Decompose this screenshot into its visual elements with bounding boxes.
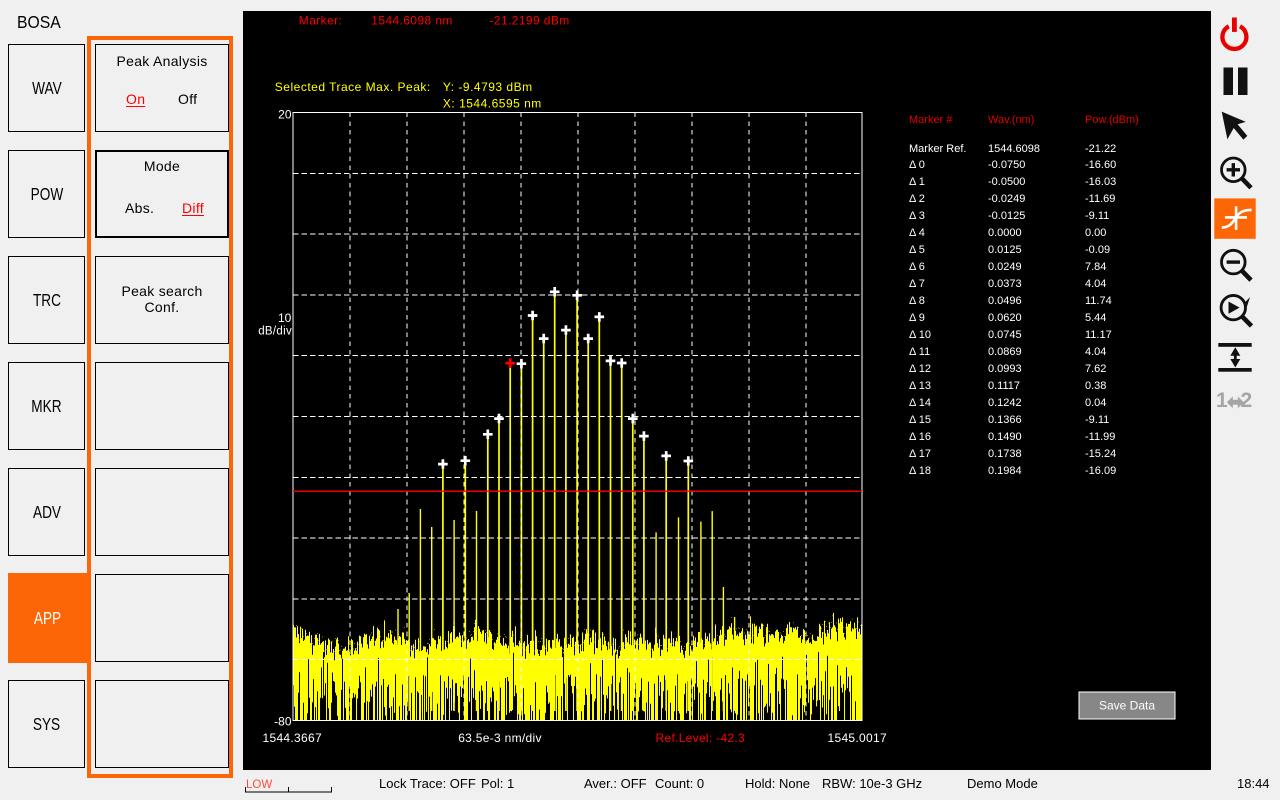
svg-text:Δ 18: Δ 18 bbox=[909, 465, 931, 477]
svg-text:-9.11: -9.11 bbox=[1085, 414, 1109, 426]
svg-text:0.1738: 0.1738 bbox=[988, 448, 1022, 460]
svg-text:0.0496: 0.0496 bbox=[988, 295, 1022, 307]
svg-text:20: 20 bbox=[278, 108, 292, 122]
svg-text:Wav.(nm): Wav.(nm) bbox=[988, 114, 1034, 126]
svg-text:0.0125: 0.0125 bbox=[988, 244, 1022, 256]
svg-text:-0.0249: -0.0249 bbox=[988, 193, 1025, 205]
svg-text:0.04: 0.04 bbox=[1085, 397, 1106, 409]
svg-text:-16.03: -16.03 bbox=[1085, 176, 1116, 188]
svg-text:-16.09: -16.09 bbox=[1085, 465, 1116, 477]
svg-text:7.62: 7.62 bbox=[1085, 363, 1106, 375]
svg-text:4.04: 4.04 bbox=[1085, 278, 1106, 290]
svg-text:-0.0750: -0.0750 bbox=[988, 159, 1025, 171]
svg-text:dB/div: dB/div bbox=[258, 326, 292, 338]
svg-text:Δ 12: Δ 12 bbox=[909, 363, 931, 375]
svg-text:Δ 3: Δ 3 bbox=[909, 210, 925, 222]
svg-text:Δ 2: Δ 2 bbox=[909, 193, 925, 205]
svg-text:0.0620: 0.0620 bbox=[988, 312, 1022, 324]
svg-text:0.00: 0.00 bbox=[1085, 227, 1106, 239]
svg-text:10: 10 bbox=[278, 311, 292, 325]
svg-text:0.0993: 0.0993 bbox=[988, 363, 1022, 375]
svg-text:0.1984: 0.1984 bbox=[988, 465, 1022, 477]
svg-text:X: 1544.6595 nm: X: 1544.6595 nm bbox=[443, 97, 542, 111]
svg-text:-11.99: -11.99 bbox=[1085, 431, 1115, 443]
svg-text:Δ 6: Δ 6 bbox=[909, 261, 925, 273]
svg-text:Δ 15: Δ 15 bbox=[909, 414, 931, 426]
svg-text:0.1366: 0.1366 bbox=[988, 414, 1022, 426]
svg-text:Save Data: Save Data bbox=[1099, 699, 1155, 713]
svg-text:2: 2 bbox=[1241, 389, 1253, 412]
svg-text:Δ 0: Δ 0 bbox=[909, 159, 925, 171]
svg-text:-80: -80 bbox=[274, 715, 292, 729]
svg-text:1544.6098: 1544.6098 bbox=[988, 143, 1040, 155]
svg-text:Marker Ref.: Marker Ref. bbox=[909, 143, 966, 155]
svg-text:Δ 17: Δ 17 bbox=[909, 448, 931, 460]
svg-text:Selected Trace Max. Peak:: Selected Trace Max. Peak: bbox=[275, 80, 431, 94]
svg-text:4.04: 4.04 bbox=[1085, 346, 1106, 358]
svg-text:1544.3667: 1544.3667 bbox=[263, 731, 322, 745]
svg-text:Δ 10: Δ 10 bbox=[909, 329, 931, 341]
svg-text:-9.11: -9.11 bbox=[1085, 210, 1109, 222]
svg-text:-21.22: -21.22 bbox=[1085, 143, 1116, 155]
svg-text:Δ 14: Δ 14 bbox=[909, 397, 931, 409]
svg-text:0.0869: 0.0869 bbox=[988, 346, 1022, 358]
svg-text:7.84: 7.84 bbox=[1085, 261, 1106, 273]
svg-text:5.44: 5.44 bbox=[1085, 312, 1106, 324]
svg-text:-16.60: -16.60 bbox=[1085, 159, 1116, 171]
svg-text:Ref.Level: -42.3: Ref.Level: -42.3 bbox=[656, 731, 746, 745]
svg-text:Δ 11: Δ 11 bbox=[909, 346, 930, 358]
svg-text:Δ 16: Δ 16 bbox=[909, 431, 931, 443]
svg-text:Pow.(dBm): Pow.(dBm) bbox=[1085, 114, 1139, 126]
svg-text:-21.2199 dBm: -21.2199 dBm bbox=[490, 14, 570, 28]
svg-text:11.74: 11.74 bbox=[1085, 295, 1112, 307]
svg-text:Δ 5: Δ 5 bbox=[909, 244, 925, 256]
svg-text:0.1117: 0.1117 bbox=[988, 380, 1020, 392]
svg-text:Marker #: Marker # bbox=[909, 114, 953, 126]
svg-text:0.0373: 0.0373 bbox=[988, 278, 1022, 290]
svg-text:0.38: 0.38 bbox=[1085, 380, 1106, 392]
svg-text:Δ 4: Δ 4 bbox=[909, 227, 925, 239]
svg-text:Δ 13: Δ 13 bbox=[909, 380, 931, 392]
svg-text:1544.6098 nm: 1544.6098 nm bbox=[371, 14, 453, 28]
svg-text:Marker:: Marker: bbox=[299, 14, 342, 28]
svg-text:-0.0500: -0.0500 bbox=[988, 176, 1025, 188]
svg-text:-11.69: -11.69 bbox=[1085, 193, 1115, 205]
svg-text:Δ 7: Δ 7 bbox=[909, 278, 925, 290]
svg-text:Y: -9.4793 dBm: Y: -9.4793 dBm bbox=[443, 80, 533, 94]
svg-text:-0.0125: -0.0125 bbox=[988, 210, 1025, 222]
svg-text:0.1242: 0.1242 bbox=[988, 397, 1022, 409]
svg-text:Δ 9: Δ 9 bbox=[909, 312, 925, 324]
svg-text:0.0249: 0.0249 bbox=[988, 261, 1022, 273]
svg-text:1: 1 bbox=[1216, 389, 1228, 412]
svg-text:11.17: 11.17 bbox=[1085, 329, 1112, 341]
svg-text:Δ 8: Δ 8 bbox=[909, 295, 925, 307]
svg-text:1545.0017: 1545.0017 bbox=[828, 731, 887, 745]
svg-text:0.0745: 0.0745 bbox=[988, 329, 1022, 341]
svg-text:0.1490: 0.1490 bbox=[988, 431, 1022, 443]
svg-text:-15.24: -15.24 bbox=[1085, 448, 1116, 460]
svg-text:0.0000: 0.0000 bbox=[988, 227, 1022, 239]
svg-text:Δ 1: Δ 1 bbox=[909, 176, 925, 188]
svg-text:63.5e-3 nm/div: 63.5e-3 nm/div bbox=[458, 731, 542, 745]
svg-text:-0.09: -0.09 bbox=[1085, 244, 1110, 256]
